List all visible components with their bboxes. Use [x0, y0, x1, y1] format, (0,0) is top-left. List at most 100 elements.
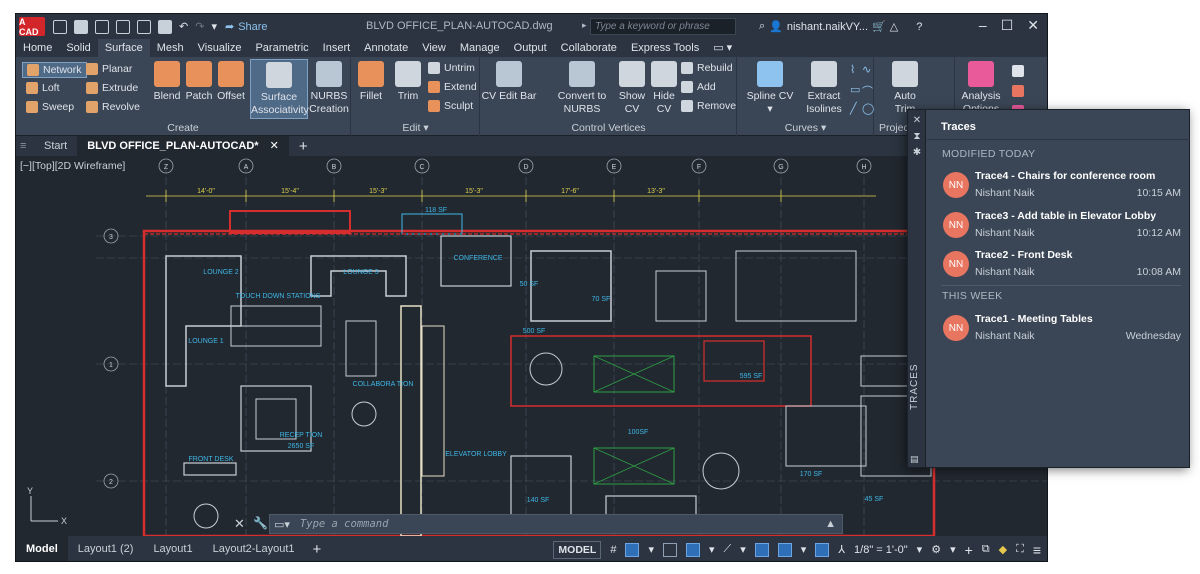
tab-view[interactable]: View: [415, 39, 453, 57]
zebra-icon[interactable]: [1012, 65, 1024, 77]
close-tab-icon[interactable]: ✕: [270, 140, 279, 152]
close-palette-icon[interactable]: ✕: [912, 116, 922, 126]
close-command-icon[interactable]: ✕: [234, 516, 245, 532]
undo-icon[interactable]: ↶: [179, 20, 188, 33]
search-input[interactable]: Type a keyword or phrase: [590, 18, 736, 35]
auto-trim-button[interactable]: Auto Trim: [883, 57, 927, 116]
chevron-down-icon[interactable]: ▾: [950, 543, 956, 556]
layout-tab[interactable]: Layout1 (2): [68, 536, 144, 561]
layout-tab[interactable]: Model: [16, 536, 68, 561]
tab-insert[interactable]: Insert: [316, 39, 358, 57]
extrude-button[interactable]: Extrude: [86, 82, 138, 94]
curve-icon[interactable]: ∿: [862, 63, 871, 76]
fullscreen-icon[interactable]: ⛶: [1016, 543, 1024, 556]
nurbs-creation-button[interactable]: NURBS Creation: [308, 57, 350, 116]
snap-icon[interactable]: [625, 542, 640, 557]
settings-icon[interactable]: ✱: [912, 148, 922, 158]
palette-properties-icon[interactable]: ▤: [910, 454, 919, 465]
fillet-button[interactable]: Fillet: [352, 57, 390, 103]
annotation-visibility-icon[interactable]: [815, 542, 830, 557]
circle-icon[interactable]: ◯: [862, 102, 874, 115]
blend-button[interactable]: Blend: [149, 57, 185, 103]
tab-home[interactable]: Home: [16, 39, 59, 57]
tab-annotate[interactable]: Annotate: [357, 39, 415, 57]
share-button[interactable]: ➦ Share: [225, 20, 268, 34]
chevron-down-icon[interactable]: ▾: [917, 543, 923, 556]
convert-to-nurbs-button[interactable]: Convert to NURBS: [553, 57, 611, 116]
add-layout-icon[interactable]: +: [305, 541, 322, 558]
trim-button[interactable]: Trim: [390, 57, 426, 103]
trace-item[interactable]: NN Trace2 - Front Desk Nishant Naik 10:0…: [941, 245, 1181, 285]
chevron-down-icon[interactable]: ▾: [801, 543, 807, 556]
object-snap-tracking-icon[interactable]: ⟋: [724, 543, 732, 556]
new-tab-icon[interactable]: +: [289, 138, 308, 155]
quick-properties-icon[interactable]: ◆: [999, 543, 1007, 556]
network-button[interactable]: Network: [22, 62, 87, 78]
cart-icon[interactable]: 🛒: [872, 20, 886, 33]
help-icon[interactable]: ?: [916, 21, 922, 33]
tab-parametric[interactable]: Parametric: [248, 39, 315, 57]
tab-surface[interactable]: Surface: [97, 39, 150, 57]
line-icon[interactable]: ╱: [850, 102, 857, 115]
minimize-icon[interactable]: –: [979, 17, 987, 34]
offset-button[interactable]: Offset: [211, 57, 251, 103]
tab-collaborate[interactable]: Collaborate: [554, 39, 624, 57]
model-space-button[interactable]: MODEL: [553, 540, 602, 559]
tab-start[interactable]: Start: [34, 136, 77, 156]
redo-icon[interactable]: ↷: [195, 20, 204, 33]
wrench-icon[interactable]: 🔧: [253, 516, 268, 530]
rebuild-button[interactable]: Rebuild: [681, 62, 733, 74]
tab-output[interactable]: Output: [507, 39, 554, 57]
polar-icon[interactable]: [686, 542, 700, 557]
sweep-button[interactable]: Sweep: [26, 101, 74, 113]
print-icon[interactable]: [158, 19, 172, 34]
command-line[interactable]: ▭▾ Type a command ▲: [269, 514, 843, 534]
chevron-down-icon[interactable]: ▾: [709, 543, 715, 556]
trace-item[interactable]: NN Trace4 - Chairs for conference room N…: [941, 166, 1181, 206]
panel-label-edit[interactable]: Edit ▾: [352, 122, 479, 134]
tab-manage[interactable]: Manage: [453, 39, 507, 57]
drawing-canvas[interactable]: Z A B C D E F G H 3 1 2 14'-0" 15'-4" 15'-3" 15'-3" 17'-…: [16, 156, 1047, 536]
hide-cv-button[interactable]: Hide CV: [647, 57, 681, 116]
panel-label-curves[interactable]: Curves ▾: [738, 122, 873, 134]
spline-cv-button[interactable]: Spline CV ▾: [742, 57, 798, 116]
chevron-down-icon[interactable]: ▾: [740, 543, 746, 556]
curvature-icon[interactable]: [1012, 85, 1024, 97]
tab-mesh[interactable]: Mesh: [150, 39, 191, 57]
arc-icon[interactable]: ⌒: [862, 83, 873, 99]
sculpt-button[interactable]: Sculpt: [428, 100, 473, 112]
trace-item[interactable]: NN Trace1 - Meeting Tables Nishant Naik …: [941, 309, 1181, 349]
cloud-icon[interactable]: [137, 19, 151, 34]
workspace-gear-icon[interactable]: ⚙: [931, 543, 941, 556]
surface-associativity-button[interactable]: Surface Associativity: [250, 59, 309, 119]
user-menu[interactable]: ⌕ 👤 nishant.naikVY... 🛒 △ ?: [759, 20, 922, 33]
maximize-icon[interactable]: ☐: [1001, 17, 1014, 34]
layout-tab[interactable]: Layout2-Layout1: [203, 536, 305, 561]
tab-visualize[interactable]: Visualize: [191, 39, 249, 57]
layout-tab[interactable]: Layout1: [143, 536, 202, 561]
save-as-icon[interactable]: [116, 19, 130, 34]
show-cv-button[interactable]: Show CV: [615, 57, 649, 116]
untrim-button[interactable]: Untrim: [428, 62, 475, 74]
polyline-icon[interactable]: ⌇: [850, 63, 855, 76]
autodesk-icon[interactable]: △: [890, 20, 898, 33]
autohide-icon[interactable]: ⧗: [912, 132, 922, 142]
units-icon[interactable]: ⧉: [982, 543, 990, 556]
tab-express-tools[interactable]: Express Tools: [624, 39, 706, 57]
extend-button[interactable]: Extend: [428, 81, 477, 93]
viewport-controls[interactable]: [−][Top][2D Wireframe]: [20, 160, 125, 172]
floor-plan-drawing[interactable]: Z A B C D E F G H 3 1 2 14'-0" 15'-4" 15'-3" 15'-3" 17'-…: [16, 156, 1047, 536]
ribbon-options-icon[interactable]: ▭ ▾: [706, 39, 739, 57]
add-cv-button[interactable]: Add: [681, 81, 716, 93]
planar-button[interactable]: Planar: [86, 63, 132, 75]
trace-item[interactable]: NN Trace3 - Add table in Elevator Lobby …: [941, 206, 1181, 246]
plus-icon[interactable]: +: [965, 542, 973, 558]
command-input[interactable]: Type a command: [300, 518, 389, 530]
osnap-icon[interactable]: [777, 542, 792, 557]
chevron-right-icon[interactable]: ▸: [582, 20, 587, 31]
open-folder-icon[interactable]: [74, 19, 88, 34]
analysis-options-button[interactable]: Analysis Options: [956, 57, 1006, 116]
command-history-icon[interactable]: ▭▾: [274, 518, 290, 531]
annotation-scale-icon[interactable]: ⅄: [838, 543, 845, 556]
rectangle-icon[interactable]: ▭: [850, 83, 860, 96]
